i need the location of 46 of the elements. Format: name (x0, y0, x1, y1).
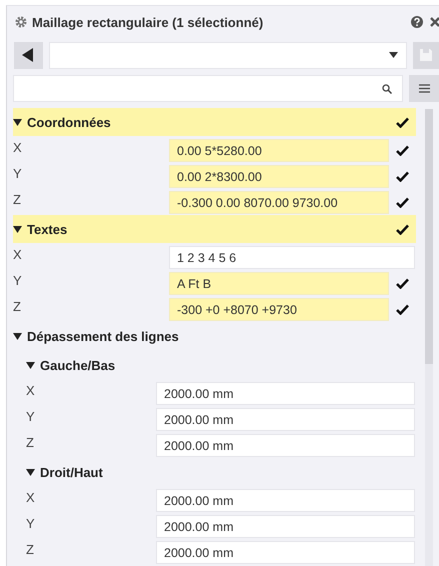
field-label: Z (25, 541, 35, 559)
input-field[interactable]: A Ft B (169, 272, 389, 295)
input-field[interactable]: 1 2 3 4 5 6 (169, 246, 415, 269)
menu-button[interactable] (409, 75, 439, 102)
section-header[interactable]: Textes (27, 222, 389, 236)
collapse-triangle-icon[interactable] (13, 332, 22, 340)
field-label: X (13, 139, 23, 157)
input-field[interactable]: -0.300 0.00 8070.00 9730.00 (169, 191, 389, 214)
input-field[interactable]: 2000.00 mm (156, 382, 415, 405)
field-label: Y (25, 515, 36, 533)
scrollbar[interactable] (425, 109, 433, 566)
input-field[interactable]: 0.00 5*5280.00 (169, 139, 389, 162)
help-icon[interactable] (411, 16, 423, 28)
field-label: Z (25, 434, 35, 452)
field-label: X (25, 489, 36, 507)
section-header[interactable]: Dépassement des lignes (27, 328, 416, 344)
input-field[interactable]: 2000.00 mm (156, 434, 415, 457)
field-label: X (13, 246, 23, 264)
collapse-triangle-icon[interactable] (13, 118, 22, 126)
input-field[interactable]: 2000.00 mm (156, 541, 415, 564)
field-label: Z (13, 191, 22, 209)
menu-icon (418, 84, 430, 93)
collapse-triangle-icon[interactable] (26, 360, 35, 370)
input-field[interactable]: -300 +0 +8070 +9730 (169, 298, 389, 321)
input-field[interactable]: 2000.00 mm (156, 408, 415, 431)
panel-title: Maillage rectangulaire (1 sélectionné) (32, 14, 264, 30)
back-button[interactable] (14, 42, 43, 68)
collapse-triangle-icon[interactable] (26, 468, 35, 476)
section-header[interactable]: Coordonnées (27, 114, 389, 130)
close-icon[interactable] (430, 17, 439, 27)
search-icon (382, 84, 392, 94)
field-label: X (25, 382, 36, 400)
input-field[interactable]: 2000.00 mm (156, 515, 415, 538)
collapse-triangle-icon[interactable] (13, 224, 22, 234)
input-field[interactable]: 2000.00 mm (156, 489, 415, 512)
caret-icon (389, 52, 398, 58)
field-label: Y (13, 272, 23, 290)
gear-icon (15, 16, 27, 28)
left-triangle-icon (21, 48, 36, 62)
field-label: Y (13, 165, 23, 183)
section-header[interactable]: Gauche/Bas (40, 358, 416, 372)
section-header[interactable]: Droit/Haut (40, 464, 416, 480)
input-field[interactable]: 0.00 2*8300.00 (169, 165, 389, 188)
field-label: Y (25, 408, 36, 426)
field-label: Z (13, 298, 22, 316)
search-field[interactable] (13, 75, 404, 102)
